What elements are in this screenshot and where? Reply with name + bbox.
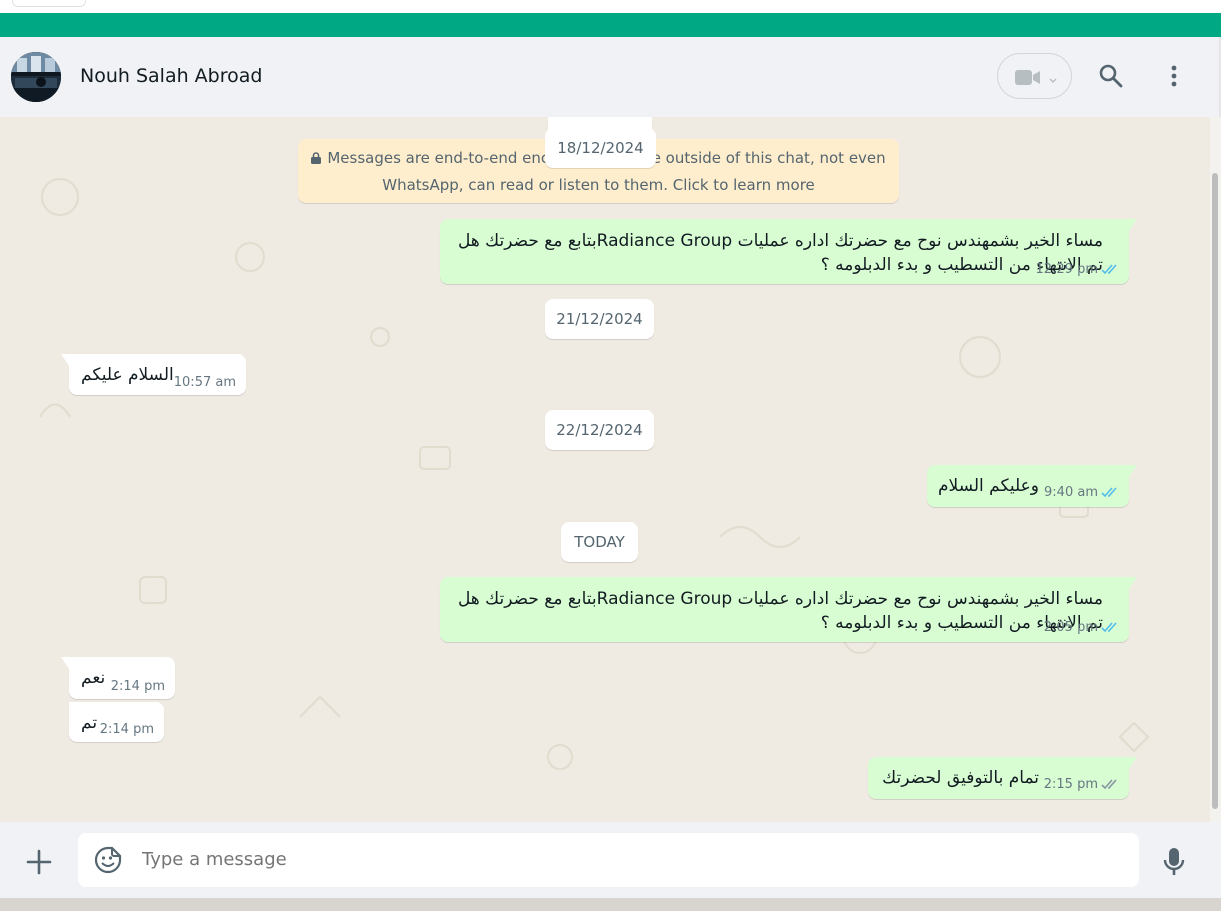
bubble-tail [1129, 465, 1137, 477]
message-text-line2: تم الانتهاء من التسطيب و بدء الدبلومه ؟ [820, 613, 1103, 633]
window-top-strip [0, 0, 1221, 13]
chat-header: Nouh Salah Abroad [0, 37, 1221, 117]
message-bubble-outgoing[interactable]: مساء الخير بشمهندس نوح مع حضرتك اداره عم… [440, 219, 1137, 284]
plus-icon[interactable] [26, 849, 52, 880]
sticker-icon[interactable] [94, 846, 122, 879]
message-text: تم [81, 713, 98, 733]
bubble-tail [61, 657, 69, 669]
message-input-box[interactable] [78, 833, 1139, 887]
message-time: 10:57 am [173, 375, 236, 390]
message-time: 12:29 pm [1035, 262, 1098, 277]
message-text: وعليكم السلام [938, 476, 1039, 496]
message-bubble-outgoing[interactable]: وعليكم السلام 9:40 am [927, 465, 1137, 507]
video-camera-icon [1015, 70, 1041, 90]
message-time: 2:15 pm [1043, 777, 1098, 792]
double-check-icon [1101, 622, 1119, 637]
message-bubble-incoming[interactable]: تم 2:14 pm [69, 702, 164, 742]
message-text: السلام عليكم [81, 365, 174, 385]
chevron-down-icon [1049, 72, 1057, 90]
window-bottom-strip [0, 898, 1221, 911]
scrollbar-thumb[interactable] [1212, 173, 1218, 809]
lock-icon [311, 146, 322, 172]
app-top-band [0, 13, 1221, 37]
bubble-tail [1129, 757, 1137, 769]
date-chip: TODAY [561, 522, 638, 562]
message-text: مساء الخير بشمهندس نوح مع حضرتك اداره عم… [458, 587, 1103, 635]
message-meta: 9:40 am [1044, 485, 1119, 502]
chat-panel[interactable]: Messages are end-to-end encrypted. No on… [0, 117, 1210, 822]
date-chip: 18/12/2024 [545, 128, 656, 168]
microphone-icon[interactable] [1162, 847, 1186, 882]
message-input[interactable] [142, 849, 1042, 870]
message-meta: 2:05 pm [1044, 620, 1119, 637]
message-text-line1: مساء الخير بشمهندس نوح مع حضرتك اداره عم… [457, 589, 1103, 609]
message-time: 2:14 pm [99, 722, 154, 737]
double-check-icon [1101, 487, 1119, 502]
message-text: مساء الخير بشمهندس نوح مع حضرتك اداره عم… [458, 229, 1103, 277]
video-call-button[interactable] [997, 53, 1072, 99]
message-bubble-incoming[interactable]: نعم 2:14 pm [61, 657, 175, 699]
avatar[interactable] [11, 52, 61, 102]
date-chip: 21/12/2024 [545, 299, 654, 339]
message-bubble-outgoing[interactable]: تمام بالتوفيق لحضرتك 2:15 pm [868, 757, 1137, 799]
double-check-icon [1101, 779, 1119, 794]
encryption-notice-line2: WhatsApp, can read or listen to them. Cl… [382, 176, 815, 194]
message-bubble-incoming[interactable]: السلام عليكم 10:57 am [61, 354, 246, 395]
bubble-tail [1129, 577, 1137, 589]
chat-scrollbar[interactable] [1210, 117, 1221, 822]
bubble-tail [61, 354, 69, 366]
composer-bar [0, 822, 1221, 898]
message-text-line2: تم الانتهاء من التسطيب و بدء الدبلومه ؟ [820, 255, 1103, 275]
message-time: 2:05 pm [1043, 620, 1098, 635]
menu-dots-icon[interactable] [1165, 63, 1183, 94]
date-chip: 22/12/2024 [545, 410, 654, 450]
message-text-line1: مساء الخير بشمهندس نوح مع حضرتك اداره عم… [457, 231, 1103, 251]
message-meta: 12:29 pm [1035, 262, 1119, 279]
message-time: 2:14 pm [110, 679, 165, 694]
message-meta: 2:15 pm [1044, 777, 1119, 794]
message-time: 9:40 am [1044, 485, 1098, 500]
contact-name[interactable]: Nouh Salah Abroad [80, 65, 262, 87]
window-tab-nub [12, 0, 86, 7]
double-check-icon [1101, 264, 1119, 279]
message-bubble-outgoing[interactable]: مساء الخير بشمهندس نوح مع حضرتك اداره عم… [440, 577, 1137, 642]
message-text: تمام بالتوفيق لحضرتك [882, 768, 1039, 788]
search-icon[interactable] [1098, 63, 1124, 94]
bubble-tail [1129, 219, 1137, 231]
message-text: نعم [81, 668, 106, 688]
